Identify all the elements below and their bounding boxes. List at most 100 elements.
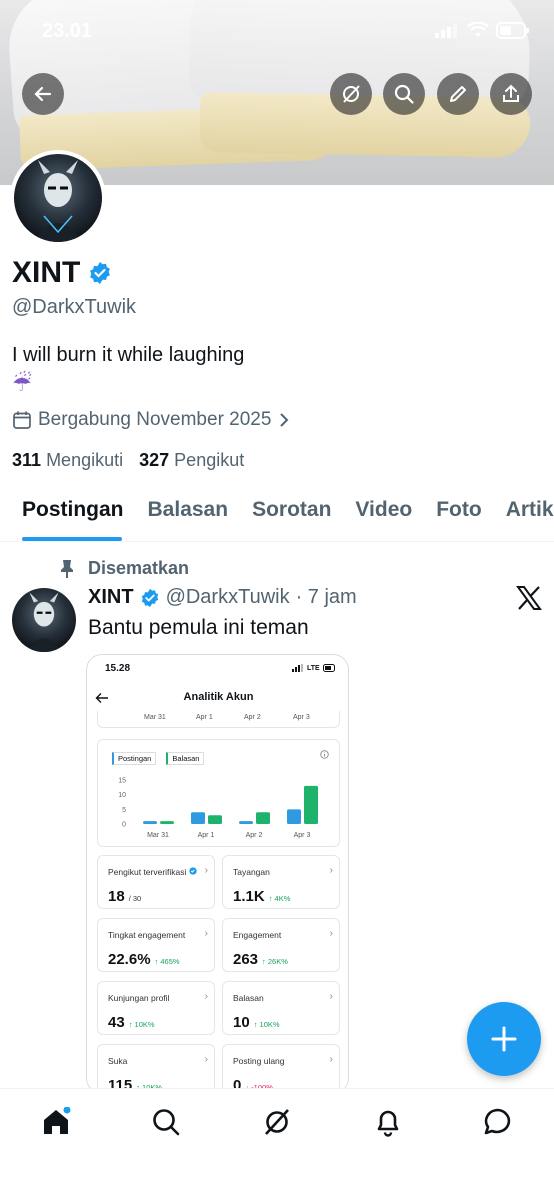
post-media-screenshot[interactable]: 15.28 LTE Analitik Akun Mar 31 Apr 1 Apr… bbox=[86, 654, 349, 1094]
joined-text: Bergabung November 2025 bbox=[38, 409, 272, 430]
metric-value: 263 ↑ 26K% bbox=[233, 951, 288, 968]
back-button[interactable] bbox=[22, 73, 64, 115]
joined-date-row[interactable]: Bergabung November 2025 bbox=[12, 409, 291, 431]
post-header: XINT @DarkxTuwik · 7 jam bbox=[88, 586, 357, 609]
nav-grok[interactable] bbox=[260, 1105, 294, 1139]
chart-bar-balasan bbox=[208, 815, 222, 824]
bio-emoji: ☔ bbox=[12, 371, 32, 396]
chart-bar-postingan bbox=[239, 821, 253, 824]
shot-metric-card: Engagement › 263 ↑ 26K% bbox=[222, 918, 340, 972]
shot-metric-card: Tingkat engagement › 22.6% ↑ 465% bbox=[97, 918, 215, 972]
followers-count: 327 bbox=[139, 450, 170, 470]
plus-icon bbox=[491, 1026, 517, 1052]
profile-name-row: XINT bbox=[12, 256, 112, 290]
chart-bar-balasan bbox=[304, 785, 318, 824]
nav-messages[interactable] bbox=[481, 1105, 515, 1139]
share-button[interactable] bbox=[490, 73, 532, 115]
chart-bar-postingan bbox=[143, 821, 157, 824]
profile-handle: @DarkxTuwik bbox=[12, 296, 137, 318]
post-avatar-image bbox=[26, 592, 62, 652]
verified-badge-icon[interactable] bbox=[88, 261, 112, 285]
chevron-right-icon: › bbox=[329, 991, 333, 1002]
bell-icon bbox=[377, 1110, 399, 1137]
post-author-avatar[interactable] bbox=[12, 588, 76, 652]
metric-label: Pengikut terverifikasi bbox=[108, 867, 197, 877]
chart-bar-balasan bbox=[160, 821, 174, 824]
pin-icon bbox=[61, 559, 73, 578]
metric-label: Tingkat engagement bbox=[108, 930, 186, 940]
chart-x-tick: Apr 3 bbox=[294, 832, 311, 839]
nav-notifications[interactable] bbox=[371, 1105, 405, 1139]
chat-bubble-icon bbox=[484, 1108, 511, 1135]
home-icon bbox=[44, 1107, 71, 1134]
metric-label: Tayangan bbox=[233, 867, 270, 877]
tab-foto[interactable]: Foto bbox=[424, 486, 493, 541]
nav-search[interactable] bbox=[149, 1105, 183, 1139]
edit-button[interactable] bbox=[437, 73, 479, 115]
metric-suffix: / 30 bbox=[128, 894, 142, 903]
shot-network: LTE bbox=[307, 664, 320, 672]
chart-bar-postingan bbox=[287, 809, 301, 824]
verified-badge-icon bbox=[189, 867, 197, 875]
profile-avatar[interactable] bbox=[10, 150, 106, 246]
chart-x-tick: Mar 31 bbox=[147, 832, 169, 839]
metric-value: 1.1K ↑ 4K% bbox=[233, 888, 291, 905]
follow-stats: 311 Mengikuti 327 Pengikut bbox=[12, 450, 244, 471]
profile-tabs: Postingan Balasan Sorotan Video Foto Art… bbox=[0, 486, 554, 542]
chevron-right-icon: › bbox=[204, 1054, 208, 1065]
bio-text: I will burn it while laughing bbox=[12, 344, 245, 366]
metric-label: Balasan bbox=[233, 993, 264, 1003]
following-label: Mengikuti bbox=[46, 450, 124, 470]
tab-postingan[interactable]: Postingan bbox=[0, 486, 136, 541]
followers-label: Pengikut bbox=[174, 450, 245, 470]
post-author-name[interactable]: XINT bbox=[88, 586, 134, 609]
shot-top-date: Apr 1 bbox=[196, 714, 213, 721]
avatar-image bbox=[34, 160, 82, 242]
chart-y-tick: 0 bbox=[122, 822, 126, 829]
post-author-handle[interactable]: @DarkxTuwik bbox=[166, 586, 290, 609]
metric-change: ↑ 10K% bbox=[128, 1020, 155, 1029]
shot-metric-card: Suka›115↑ 10K% bbox=[97, 1044, 215, 1093]
tab-sorotan[interactable]: Sorotan bbox=[240, 486, 343, 541]
signal-icon bbox=[435, 24, 457, 38]
tab-balasan[interactable]: Balasan bbox=[136, 486, 241, 541]
chart-y-tick: 5 bbox=[122, 807, 126, 814]
tab-artikel[interactable]: Artikel bbox=[494, 486, 554, 541]
chevron-right-icon: › bbox=[204, 928, 208, 939]
following-count: 311 bbox=[12, 450, 42, 470]
verified-badge-icon bbox=[141, 588, 158, 607]
search-button[interactable] bbox=[383, 73, 425, 115]
shot-signal-icon bbox=[292, 664, 303, 672]
compose-post-button[interactable] bbox=[467, 1002, 541, 1076]
chevron-right-icon bbox=[280, 413, 289, 427]
chart-y-tick: 15 bbox=[118, 778, 126, 785]
following-link[interactable]: 311 Mengikuti bbox=[12, 450, 123, 471]
x-logo-icon[interactable] bbox=[516, 586, 542, 610]
status-time: 23.01 bbox=[42, 20, 93, 42]
chart-x-tick: Apr 1 bbox=[198, 832, 215, 839]
shot-bar-chart: 15 10 5 0 Mar 31 Apr 1 Apr 2 Apr 3 bbox=[118, 778, 318, 839]
post-time: · 7 jam bbox=[295, 586, 357, 608]
shot-metric-card: Posting ulang›0↓ -100% bbox=[222, 1044, 340, 1093]
profile-name: XINT bbox=[12, 256, 81, 289]
metric-label: Kunjungan profil bbox=[108, 993, 170, 1003]
metric-change: ↑ 465% bbox=[154, 957, 180, 966]
grok-icon bbox=[343, 85, 360, 103]
nav-home[interactable] bbox=[39, 1105, 73, 1139]
shot-prev-card: Mar 31 Apr 1 Apr 2 Apr 3 bbox=[97, 711, 340, 728]
bottom-navigation bbox=[0, 1088, 554, 1200]
metric-value: 43 ↑ 10K% bbox=[108, 1014, 155, 1031]
tab-video[interactable]: Video bbox=[343, 486, 424, 541]
chevron-right-icon: › bbox=[204, 991, 208, 1002]
chart-bar-postingan bbox=[191, 812, 205, 824]
grok-button[interactable] bbox=[330, 73, 372, 115]
shot-metric-card: Kunjungan profil › 43 ↑ 10K% bbox=[97, 981, 215, 1035]
search-icon bbox=[394, 84, 414, 104]
shot-metric-card: Pengikut terverifikasi › 18/ 30 bbox=[97, 855, 215, 909]
metric-change: ↑ 10K% bbox=[253, 1020, 280, 1029]
shot-top-date: Mar 31 bbox=[144, 714, 166, 721]
shot-title: Analitik Akun bbox=[183, 691, 254, 703]
grok-icon bbox=[265, 1109, 289, 1135]
metric-value: 10 ↑ 10K% bbox=[233, 1014, 280, 1031]
followers-link[interactable]: 327 Pengikut bbox=[139, 450, 244, 471]
